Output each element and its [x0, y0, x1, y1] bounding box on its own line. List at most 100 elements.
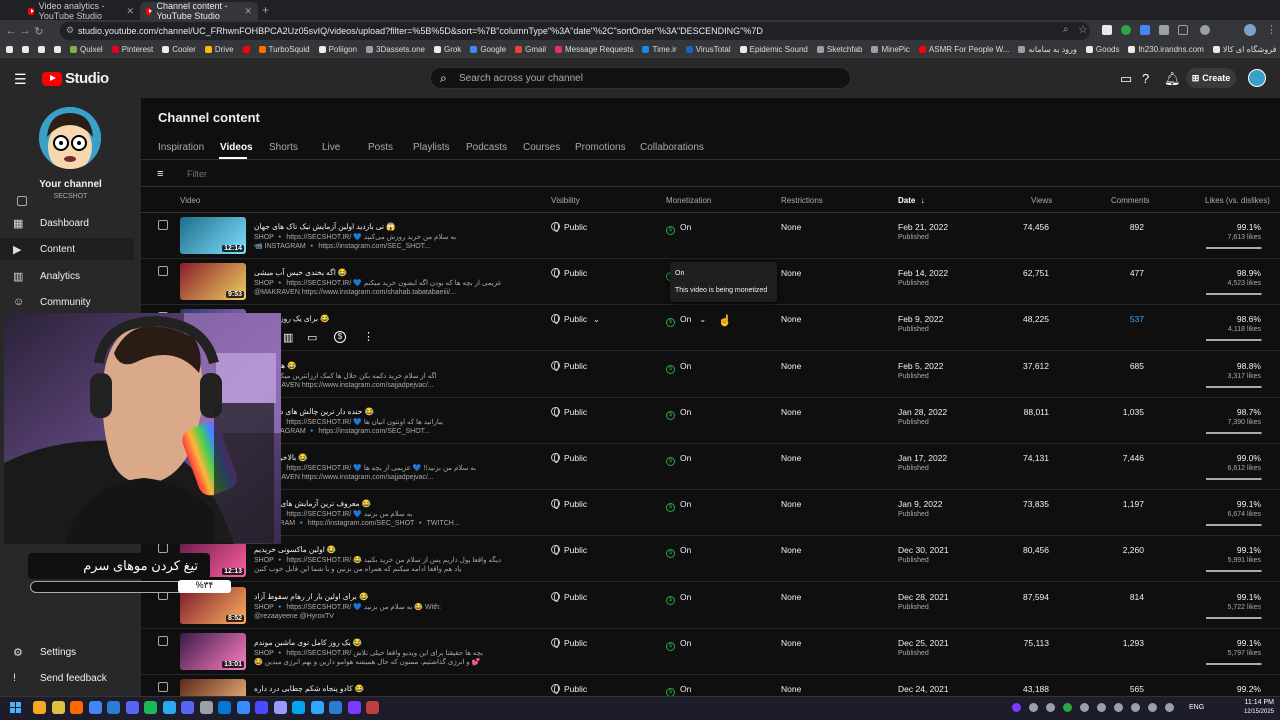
bookmark-item[interactable]: Goods: [1085, 45, 1119, 54]
monetization-cell[interactable]: $ On: [666, 499, 691, 512]
monetization-cell[interactable]: $ On: [666, 361, 691, 374]
tray-icon[interactable]: [1063, 703, 1072, 712]
video-title[interactable]: معروف ترین آزمایش های تیک تاک 😂: [254, 499, 524, 508]
select-all-checkbox[interactable]: [17, 196, 27, 206]
tray-icon[interactable]: [1029, 703, 1038, 712]
visibility-cell[interactable]: Public: [551, 222, 587, 232]
tray-icon[interactable]: [1165, 703, 1174, 712]
bookmark-item[interactable]: MinePic: [871, 45, 910, 54]
taskbar-app-icon[interactable]: [162, 701, 176, 714]
bookmark-item[interactable]: [242, 46, 250, 53]
column-restrictions[interactable]: Restrictions: [781, 196, 823, 205]
bookmark-item[interactable]: Grok: [433, 45, 461, 54]
tab-courses[interactable]: Courses: [523, 142, 560, 153]
tab-shorts[interactable]: Shorts: [269, 142, 298, 153]
account-avatar[interactable]: [1244, 24, 1256, 36]
studio-logo[interactable]: Studio: [42, 70, 109, 87]
extension-icon[interactable]: [1159, 25, 1169, 35]
chevron-down-icon[interactable]: ⌄: [699, 315, 706, 324]
site-info-icon[interactable]: ⚙: [66, 25, 74, 36]
tab-live[interactable]: Live: [322, 142, 340, 153]
bookmark-item[interactable]: [6, 46, 13, 53]
bookmark-item[interactable]: [54, 46, 61, 53]
visibility-cell[interactable]: Public: [551, 407, 587, 417]
sidebar-item-dashboard[interactable]: ▦ Dashboard: [0, 212, 134, 234]
column-likes[interactable]: Likes (vs. dislikes): [1205, 196, 1270, 205]
video-thumbnail[interactable]: 9:53: [180, 263, 246, 300]
video-title[interactable]: اولین ماکسونی خریدیم 😂: [254, 545, 524, 554]
browser-tab[interactable]: Video analytics - YouTube Studio ✕: [22, 1, 140, 21]
table-row[interactable]: 13:01 یک روز کامل توی ماشین موندم 😂 SHOP 🔹…: [141, 629, 1280, 675]
row-checkbox[interactable]: [158, 636, 168, 646]
video-title[interactable]: کادو پنجاه شکم چطابی درد داره 😂: [254, 684, 524, 693]
visibility-cell[interactable]: Public: [551, 499, 587, 509]
table-row[interactable]: برای یک روز کامل ها 😂 Public ⌄ $ On ⌄ None Feb …: [141, 305, 1280, 351]
bookmark-item[interactable]: [22, 46, 29, 53]
windows-start-icon[interactable]: [10, 702, 21, 713]
tab-promotions[interactable]: Promotions: [575, 142, 626, 153]
video-title[interactable]: اگه بخندی خیس آب میشی 😂: [254, 268, 524, 277]
visibility-cell[interactable]: Public: [551, 453, 587, 463]
notifications-icon[interactable]: 🔔︎: [1164, 71, 1181, 87]
table-row[interactable]: 8:52 برای اولین بار از رهام سقوط آزاد 😂 SH…: [141, 583, 1280, 629]
tray-icon[interactable]: [1097, 703, 1106, 712]
tray-icon[interactable]: [1131, 703, 1140, 712]
column-views[interactable]: Views: [1031, 196, 1052, 205]
bookmark-item[interactable]: ورود به سامانه: [1018, 45, 1077, 54]
video-title[interactable]: خنده دار ترین چالش های دنیای گال 😂: [254, 407, 524, 416]
filter-icon[interactable]: ≡: [157, 168, 163, 180]
visibility-cell[interactable]: Public ⌄: [551, 314, 600, 324]
sidebar-item-content[interactable]: ▶ Content: [0, 238, 134, 260]
close-icon[interactable]: ✕: [126, 6, 134, 17]
taskbar-app-icon[interactable]: [310, 701, 324, 714]
extension-icon[interactable]: [1102, 25, 1112, 35]
bookmark-item[interactable]: فروشگاه ای کالا: [1212, 45, 1276, 54]
table-row[interactable]: خنده دار ترین چالش های دنیای گال 😂 SHOP 🔹…: [141, 398, 1280, 444]
more-options-icon[interactable]: ⋮: [363, 330, 374, 343]
taskbar-app-icon[interactable]: [236, 701, 250, 714]
tray-icon[interactable]: [1046, 703, 1055, 712]
row-checkbox[interactable]: [158, 266, 168, 276]
filter-input[interactable]: Filter: [187, 169, 207, 179]
bookmark-item[interactable]: Poliigon: [318, 45, 357, 54]
channel-avatar[interactable]: [39, 107, 101, 169]
tab-playlists[interactable]: Playlists: [413, 142, 450, 153]
browser-tab-active[interactable]: Channel content - YouTube Studio ✕: [140, 1, 258, 21]
tab-posts[interactable]: Posts: [368, 142, 393, 153]
table-row[interactable]: 12:13 اولین ماکسونی خریدیم 😂 SHOP 🔹 https:…: [141, 536, 1280, 582]
video-title[interactable]: برای اولین بار از رهام سقوط آزاد 😂: [254, 592, 524, 601]
row-checkbox[interactable]: [158, 682, 168, 692]
bookmark-item[interactable]: Drive: [204, 45, 234, 54]
column-monetization[interactable]: Monetization: [666, 196, 711, 205]
taskbar-app-icon[interactable]: [199, 701, 213, 714]
tab-inspiration[interactable]: Inspiration: [158, 142, 204, 153]
visibility-cell[interactable]: Public: [551, 545, 587, 555]
column-date[interactable]: Date ↓: [898, 196, 925, 205]
taskbar-app-icon[interactable]: [347, 701, 361, 714]
video-title[interactable]: بالاخره موهام 😂: [254, 453, 524, 462]
bookmark-item[interactable]: Message Requests: [555, 45, 633, 54]
taskbar-app-icon[interactable]: [329, 701, 342, 714]
taskbar-app-icon[interactable]: [255, 701, 268, 714]
chevron-down-icon[interactable]: ⌄: [593, 315, 600, 324]
tab-videos[interactable]: Videos: [220, 142, 253, 153]
analytics-icon[interactable]: ▥: [283, 331, 293, 344]
sidebar-item-analytics[interactable]: ▥ Analytics: [0, 265, 134, 287]
video-title[interactable]: یک روز کامل توی ماشین موندم 😂: [254, 638, 524, 647]
taskbar-app-icon[interactable]: [125, 701, 139, 714]
account-avatar[interactable]: [1248, 69, 1266, 87]
sidebar-item-settings[interactable]: ⚙ Settings: [0, 641, 134, 663]
bookmark-item[interactable]: VirusTotal: [685, 45, 731, 54]
video-title[interactable]: هدیه رو از 😂: [254, 361, 524, 370]
extensions-puzzle-icon[interactable]: [1178, 25, 1188, 35]
tray-icon[interactable]: [1114, 703, 1123, 712]
taskbar-app-icon[interactable]: [144, 701, 157, 714]
visibility-cell[interactable]: Public: [551, 268, 587, 278]
bookmark-item[interactable]: Google: [470, 45, 506, 54]
bookmark-item[interactable]: [38, 46, 45, 53]
extension-icon[interactable]: [1121, 25, 1131, 35]
monetization-cell[interactable]: $ On: [666, 592, 691, 605]
row-checkbox[interactable]: [158, 543, 168, 553]
monetization-cell[interactable]: $ On: [666, 407, 691, 420]
video-thumbnail[interactable]: 12:14: [180, 217, 246, 254]
